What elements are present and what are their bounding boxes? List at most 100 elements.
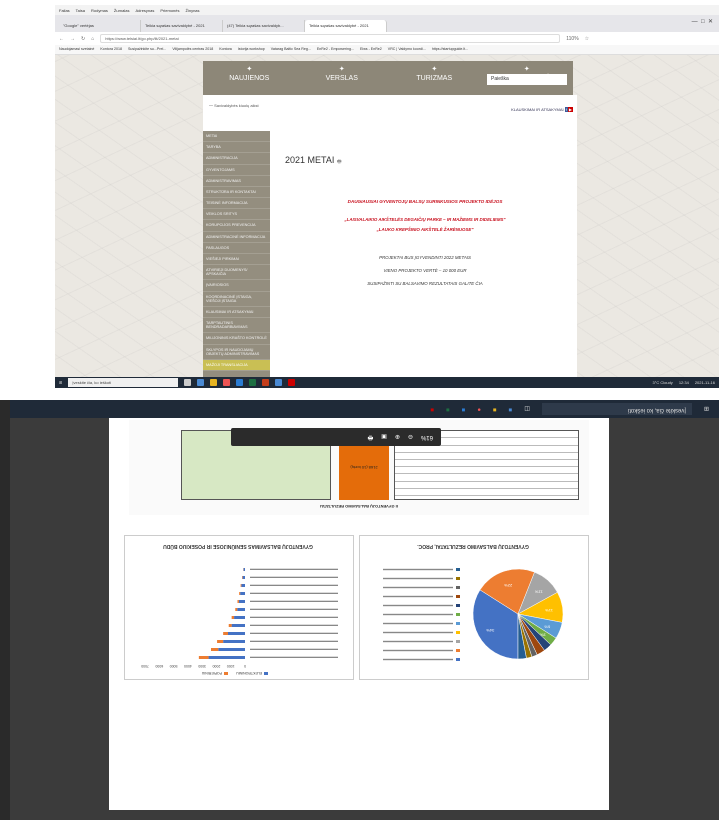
pie-legend-swatch — [456, 568, 460, 571]
sidebar-item[interactable]: KOORDINACINĖ ĮSTAIGA, VIEŠOJI ĮSTAIGA — [203, 292, 270, 307]
sidebar-item[interactable]: TARYBA — [203, 142, 270, 154]
sidebar-item[interactable]: MILIJONINIS KRAŠTO KONTROLĖ — [203, 333, 270, 345]
bookmark[interactable]: Vilijampolės centras 2018 — [172, 47, 213, 52]
menu-item[interactable]: Priemonės — [160, 8, 179, 13]
results-link[interactable]: SUSIPAŽINTI SU BALSAVIMO REZULTATAIS GAL… — [285, 281, 565, 286]
toolbar-zoom[interactable]: 61% — [421, 434, 433, 440]
pie-legend-swatch — [456, 631, 460, 634]
bookmark[interactable]: Istorija workshop — [238, 47, 265, 52]
folder-icon[interactable]: ■ — [493, 406, 497, 412]
bar-paper — [239, 592, 241, 595]
window-controls[interactable]: — □ ✕ — [692, 18, 713, 25]
sidebar-item[interactable]: MAŽOJI TRANSLIACIJA — [203, 359, 270, 372]
taskbar-search-input[interactable]: Įveskite čia, ko ieškoti — [541, 403, 692, 415]
forward-icon[interactable]: → — [70, 36, 75, 42]
weather-text[interactable]: 3°C Cloudy — [653, 380, 673, 385]
print-icon[interactable]: 🖶 — [337, 159, 342, 165]
nav-item[interactable]: ✦ VERSLAS — [296, 61, 389, 95]
app-icon[interactable]: ■ — [509, 406, 513, 412]
browser-tab[interactable]: Teikia sąrašas savivaldybė - 2021 — [141, 20, 223, 32]
menu-item[interactable]: Žurnalas — [114, 8, 130, 13]
sidebar-item[interactable]: KLAUSIMAI IR ATSAKYMAI — [203, 307, 270, 319]
sidebar-item[interactable]: SKLYPOS IR NAUDOJAMŲ OBJEKTŲ ADMINISTRAV… — [203, 345, 270, 360]
sidebar-item[interactable]: METAI — [203, 131, 270, 143]
pie-legend-text — [383, 613, 453, 616]
windows-start-icon[interactable]: ⊞ — [59, 380, 62, 385]
firefox-icon[interactable] — [223, 379, 231, 386]
sidebar-item[interactable]: ATVIRIEJI DUOMENYS/ APSKAIČIA — [203, 265, 270, 281]
sidebar-item[interactable]: TARPTAUTINIS BENDRADARBIAVIMAS — [203, 318, 270, 334]
faq-link[interactable]: KLAUSKIMAI IR ATSAKYMAI f ▶ — [511, 107, 573, 112]
nav-item[interactable]: ✦ NAUJIENOS — [203, 61, 296, 95]
nav-item[interactable]: ✦ TURIZMAS — [388, 61, 481, 95]
pdf-icon[interactable] — [288, 379, 296, 386]
task-view-icon[interactable]: ◫ — [524, 406, 530, 413]
bookmark[interactable]: Kontora — [219, 47, 232, 52]
bar-paper — [237, 600, 239, 603]
fit-icon[interactable]: ▣ — [381, 434, 387, 441]
menu-item[interactable]: Failas — [59, 8, 70, 13]
bookmark[interactable]: Eiws - EnRe2 — [360, 47, 382, 52]
app-icon[interactable] — [197, 379, 205, 386]
bar-electronic — [243, 568, 245, 571]
word-icon[interactable]: ■ — [462, 406, 466, 412]
sidebar-item[interactable]: ĮVAIRIOSIOS — [203, 280, 270, 292]
bookmark[interactable]: Susipažinkite su...Prel... — [128, 47, 166, 52]
pie-chart: 34%22%11%11%6%3% — [383, 568, 564, 661]
sidebar-item[interactable]: STRUKTŪRA IR KONTAKTAI — [203, 187, 270, 199]
menu-item[interactable]: Rodymas — [91, 8, 108, 13]
sidebar-item[interactable]: TEISINĖ INFORMACIJA — [203, 198, 270, 210]
zoom-out-icon[interactable]: ⊖ — [408, 434, 413, 441]
x-tick-label: 0 — [244, 664, 246, 668]
excel-icon[interactable]: ■ — [446, 406, 450, 412]
menu-item[interactable]: Taisa — [76, 8, 85, 13]
sidebar-item[interactable]: ADMINISTRACINĖ INFORMACIJA — [203, 232, 270, 243]
sidebar-item[interactable]: KORUPCIJOS PREVENCIJA — [203, 220, 270, 232]
address-input[interactable]: https://www.telsiai.lt/go.php/lit/2021-m… — [100, 34, 561, 43]
zoom-level[interactable]: 110% — [566, 36, 578, 42]
word-icon[interactable] — [236, 379, 244, 386]
edge-icon[interactable] — [275, 379, 283, 386]
star-icon[interactable]: ☆ — [585, 36, 589, 42]
excel-icon[interactable] — [249, 379, 257, 386]
task-view-icon[interactable] — [184, 379, 192, 386]
folder-icon[interactable] — [210, 379, 218, 386]
pdf-icon[interactable]: ■ — [431, 406, 435, 412]
bookmark[interactable]: Naudojamasi svetainė — [59, 47, 94, 52]
zoom-in-icon[interactable]: ⊕ — [395, 434, 400, 441]
youtube-icon[interactable]: ▶ — [567, 107, 573, 112]
main-nav: ✦NAUJIENOS✦VERSLAS✦TURIZMAS✦SAVIVALDYBĖP… — [203, 61, 573, 95]
back-icon[interactable]: ← — [59, 36, 64, 42]
sidebar-item[interactable]: VEIKLOS SRITYS — [203, 209, 270, 221]
bookmark[interactable]: https://startupguide.lt... — [432, 47, 468, 52]
bookmark[interactable]: EnRe2 - Empowering... — [317, 47, 354, 52]
scroll-panel[interactable] — [0, 400, 10, 820]
sidebar-item[interactable]: ADMINISTRACIJA — [203, 153, 270, 165]
taskbar-search-input[interactable]: Įveskite čia, ko ieškoti — [68, 378, 179, 387]
bookmark[interactable]: Vatarag Baltic Sea Reg... — [271, 47, 311, 52]
firefox-icon[interactable]: ● — [477, 406, 481, 412]
browser-tab[interactable]: Teikia sąrašas savivaldybė - 2021 — [305, 20, 387, 32]
browser-tab[interactable]: (47) Teikia sąrašas savivaldyb... — [223, 20, 305, 32]
reload-icon[interactable]: ↻ — [81, 36, 85, 42]
powerpoint-icon[interactable] — [262, 379, 270, 386]
sidebar-item[interactable]: PASLAUGOS — [203, 243, 270, 254]
sidebar-item[interactable]: VIEŠIEJI PIRKIMAI — [203, 254, 270, 266]
bookmark[interactable]: Kontora 2018 — [100, 47, 122, 52]
sidebar-item[interactable]: GYVENTOJAMS — [203, 165, 270, 176]
home-icon[interactable]: ⌂ — [91, 36, 94, 42]
bar-category-label — [250, 592, 338, 594]
menu-item[interactable]: Žinynas — [186, 8, 200, 13]
winners-heading: DAUGIAUSIAI GYVENTOJŲ BALSŲ SURINKUSIOS … — [347, 199, 503, 204]
browser-tab[interactable]: "Google" vertėjas — [59, 20, 141, 32]
search-input[interactable]: Paieška — [487, 74, 567, 85]
windows-start-icon[interactable]: ⊞ — [704, 406, 709, 413]
sidebar-item[interactable]: ADMINISTRAVIMAS — [203, 176, 270, 187]
logo-text: Savivaldybės kiuolų aikst — [214, 103, 259, 108]
pie-legend-text — [383, 649, 453, 652]
print-icon[interactable]: 🖶 — [368, 432, 374, 442]
nav-label: VERSLAS — [325, 75, 358, 82]
menu-item[interactable]: Adresynas — [135, 8, 154, 13]
bar-paper — [240, 584, 242, 587]
bookmark[interactable]: VRC | Valdymo koordi... — [388, 47, 426, 52]
